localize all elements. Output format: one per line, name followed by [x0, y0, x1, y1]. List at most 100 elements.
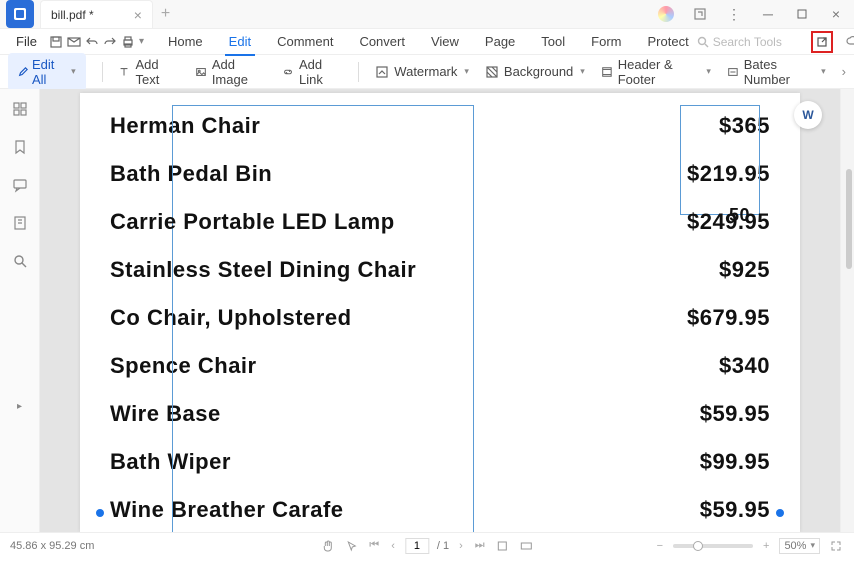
undo-icon[interactable] [85, 30, 99, 54]
add-link-button[interactable]: Add Link [282, 57, 342, 87]
next-page-button[interactable]: › [457, 540, 465, 552]
attachment-icon[interactable] [10, 213, 30, 233]
print-icon[interactable] [121, 30, 135, 54]
item-name: Bath Pedal Bin [110, 161, 272, 187]
maximize-button[interactable] [788, 0, 816, 28]
first-page-button[interactable]: ⏮ [367, 539, 381, 552]
file-menu[interactable]: File [8, 34, 45, 49]
list-item[interactable]: Stainless Steel Dining Chair $925 [110, 257, 770, 283]
tab-edit[interactable]: Edit [225, 32, 255, 51]
list-item[interactable]: Bath Pedal Bin $219.95 [110, 161, 770, 187]
edit-toolbar: Edit All ▾ Add Text Add Image Add Link W… [0, 55, 854, 89]
item-price: $99.95 [700, 449, 770, 475]
list-item[interactable]: Co Chair, Upholstered $679.95 [110, 305, 770, 331]
scrollbar-thumb[interactable] [846, 169, 852, 269]
list-item[interactable]: Carrie Portable LED Lamp $249.95 50 [110, 209, 770, 235]
redo-icon[interactable] [103, 30, 117, 54]
zoom-slider[interactable] [673, 544, 753, 548]
comment-icon[interactable] [10, 175, 30, 195]
item-name: Stainless Steel Dining Chair [110, 257, 416, 283]
item-name: Wine Breather Carafe [110, 497, 344, 523]
bates-number-button[interactable]: Bates Number▾ [727, 57, 826, 87]
prev-page-button[interactable]: ‹ [389, 540, 397, 552]
fit-page-icon[interactable] [495, 540, 511, 552]
add-image-button[interactable]: Add Image [195, 57, 266, 87]
tab-home[interactable]: Home [164, 32, 207, 51]
mail-icon[interactable] [67, 30, 81, 54]
watermark-button[interactable]: Watermark▾ [375, 64, 469, 79]
add-text-label: Add Text [136, 57, 179, 87]
hand-tool-icon[interactable] [319, 540, 335, 552]
popup-icon[interactable] [686, 0, 714, 28]
quick-access-dropdown[interactable]: ▾ [139, 36, 144, 47]
toolbar-scroll-right-icon[interactable]: › [842, 64, 846, 79]
background-button[interactable]: Background▾ [485, 64, 585, 79]
zoom-out-button[interactable]: − [655, 540, 665, 552]
item-name: Co Chair, Upholstered [110, 305, 352, 331]
bates-number-label: Bates Number [744, 57, 814, 87]
save-icon[interactable] [49, 30, 63, 54]
edit-all-button[interactable]: Edit All ▾ [8, 53, 86, 91]
bookmark-icon[interactable] [10, 137, 30, 157]
tab-page[interactable]: Page [481, 32, 519, 51]
header-footer-button[interactable]: Header & Footer▾ [601, 57, 711, 87]
fullscreen-icon[interactable] [828, 540, 844, 552]
page-number-input[interactable] [405, 538, 429, 554]
document-canvas[interactable]: Herman Chair $365 Bath Pedal Bin $219.95… [40, 89, 840, 532]
new-tab-button[interactable]: + [161, 5, 170, 23]
thumbnails-icon[interactable] [10, 99, 30, 119]
app-logo-icon [6, 0, 34, 28]
minimize-button[interactable]: ─ [754, 0, 782, 28]
vertical-scrollbar[interactable] [840, 89, 854, 532]
cloud-sync-icon[interactable] [841, 30, 854, 54]
search-panel-icon[interactable] [10, 251, 30, 271]
tab-protect[interactable]: Protect [644, 32, 693, 51]
item-price: $59.95 [700, 497, 770, 523]
titlebar: bill.pdf * × + ⋮ ─ × [0, 0, 854, 29]
export-word-button[interactable]: W [794, 101, 822, 129]
share-button[interactable] [811, 31, 833, 53]
statusbar: 45.86 x 95.29 cm ⏮ ‹ / 1 › ⏭ − + 50% ▾ [0, 532, 854, 558]
tab-tool[interactable]: Tool [537, 32, 569, 51]
zoom-value: 50% [784, 540, 806, 552]
tab-convert[interactable]: Convert [355, 32, 409, 51]
overlay-text: 50 [729, 205, 750, 226]
select-tool-icon[interactable] [343, 540, 359, 552]
anchor-left[interactable] [96, 509, 104, 517]
list-item[interactable]: Wine Breather Carafe $59.95 [110, 497, 770, 523]
zoom-in-button[interactable]: + [761, 540, 771, 552]
fit-width-icon[interactable] [519, 540, 535, 552]
page-nav: ⏮ ‹ / 1 › ⏭ [319, 538, 534, 554]
divider [358, 62, 359, 82]
tab-close-icon[interactable]: × [134, 7, 142, 23]
list-item[interactable]: Bath Wiper $99.95 [110, 449, 770, 475]
tab-view[interactable]: View [427, 32, 463, 51]
item-price: $925 [719, 257, 770, 283]
document-tab[interactable]: bill.pdf * × [40, 0, 153, 28]
zoom-slider-thumb[interactable] [693, 541, 703, 551]
anchor-right[interactable] [776, 509, 784, 517]
item-name: Spence Chair [110, 353, 257, 379]
search-input[interactable] [713, 35, 803, 49]
list-item[interactable]: Wire Base $59.95 [110, 401, 770, 427]
ribbon-tabs: Home Edit Comment Convert View Page Tool… [164, 32, 693, 51]
list-item[interactable]: Herman Chair $365 [110, 113, 770, 139]
more-icon[interactable]: ⋮ [720, 0, 748, 28]
tab-comment[interactable]: Comment [273, 32, 337, 51]
avatar-icon[interactable] [652, 0, 680, 28]
tab-form[interactable]: Form [587, 32, 625, 51]
watermark-label: Watermark [394, 64, 457, 79]
page-total: / 1 [437, 540, 449, 552]
list-item[interactable]: Spence Chair $340 [110, 353, 770, 379]
expand-rail-icon[interactable]: ▸ [17, 401, 22, 412]
zoom-level-select[interactable]: 50% ▾ [779, 538, 820, 554]
item-price: $59.95 [700, 401, 770, 427]
item-price: $340 [719, 353, 770, 379]
window-close-button[interactable]: × [822, 0, 850, 28]
workspace: ▸ Herman Chair $365 Bath Pedal Bin $219.… [0, 89, 854, 532]
add-text-button[interactable]: Add Text [118, 57, 178, 87]
edit-all-label: Edit All [32, 57, 65, 87]
item-name: Bath Wiper [110, 449, 231, 475]
last-page-button[interactable]: ⏭ [473, 539, 487, 552]
pdf-page: Herman Chair $365 Bath Pedal Bin $219.95… [80, 93, 800, 532]
